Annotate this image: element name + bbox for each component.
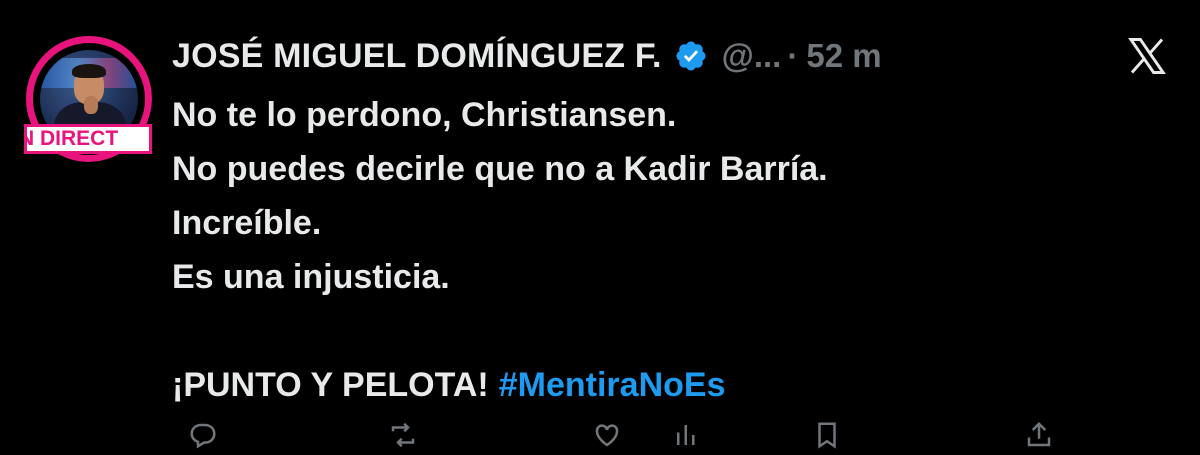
bookmark-icon[interactable] xyxy=(812,420,842,450)
tweet-line: No te lo perdono, Christiansen. xyxy=(172,96,677,134)
tweet-closing-line: ¡PUNTO Y PELOTA! #MentiraNoEs xyxy=(172,358,1172,412)
avatar-live-banner: N DIRECT xyxy=(24,124,152,154)
repost-icon[interactable] xyxy=(388,420,418,450)
header-separator: · xyxy=(787,37,799,74)
hashtag-link[interactable]: #MentiraNoEs xyxy=(499,366,726,404)
tweet-header: JOSÉ MIGUEL DOMÍNGUEZ F. @... · 52 m xyxy=(172,32,882,80)
reply-icon[interactable] xyxy=(188,420,218,450)
tweet-line: No puedes decirle que no a Kadir Barría. xyxy=(172,150,828,188)
x-logo-icon xyxy=(1124,34,1170,78)
views-icon[interactable] xyxy=(672,420,702,450)
timestamp[interactable]: 52 m xyxy=(806,37,881,75)
verified-badge-icon[interactable] xyxy=(674,39,708,73)
like-icon[interactable] xyxy=(592,420,622,450)
tweet-card[interactable]: N DIRECT JOSÉ MIGUEL DOMÍNGUEZ F. @... ·… xyxy=(0,0,1200,449)
tweet-line: Es una injusticia. xyxy=(172,258,450,296)
action-bar xyxy=(172,420,1052,450)
author-handle[interactable]: @... xyxy=(722,37,782,75)
share-icon[interactable] xyxy=(1024,420,1054,450)
tweet-text: No te lo perdono, Christiansen. No puede… xyxy=(172,88,1172,412)
tweet-line: Increíble. xyxy=(172,204,322,242)
author-name[interactable]: JOSÉ MIGUEL DOMÍNGUEZ F. xyxy=(172,37,662,76)
closing-text: ¡PUNTO Y PELOTA! xyxy=(172,366,489,404)
